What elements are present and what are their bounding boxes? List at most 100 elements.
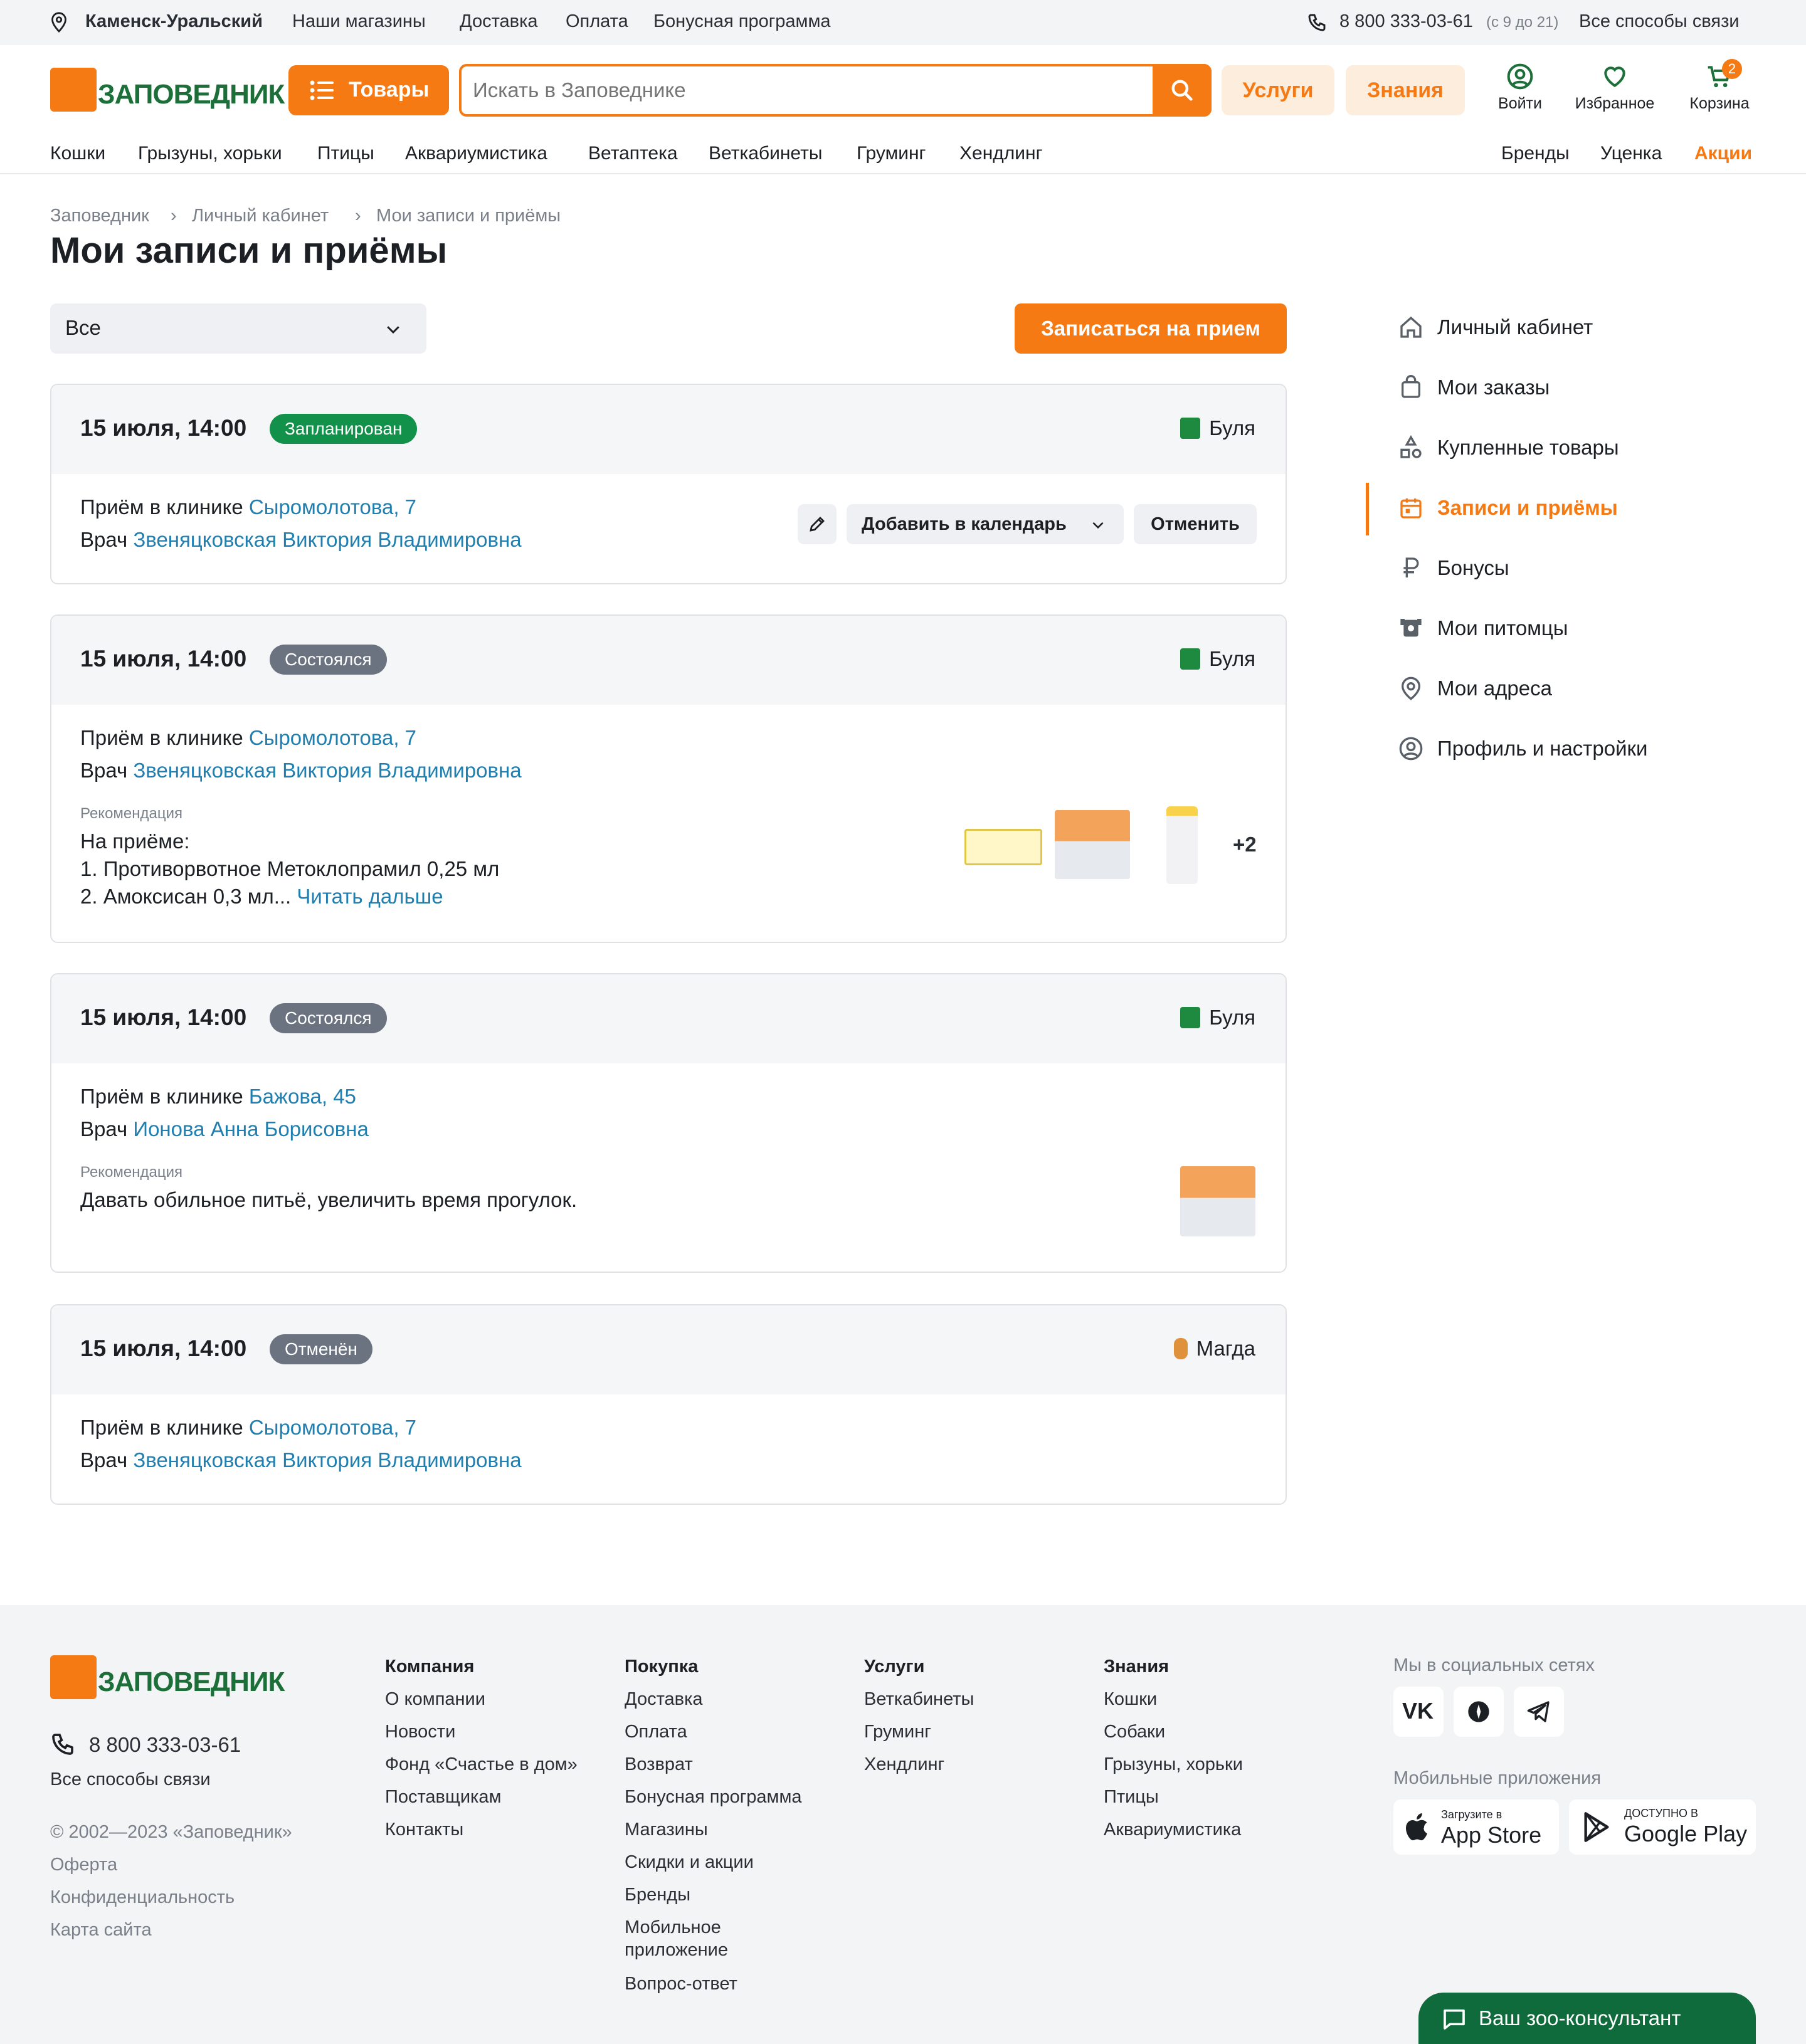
side-item-orders[interactable]: Мои заказы (1398, 375, 1550, 400)
footer-link[interactable]: Кошки (1104, 1689, 1157, 1710)
doctor-link[interactable]: Ионова Анна Борисовна (133, 1117, 368, 1141)
footer-link-offer[interactable]: Оферта (50, 1855, 117, 1875)
footer-link[interactable]: Хендлинг (864, 1754, 944, 1775)
footer-link[interactable]: Контакты (385, 1820, 463, 1840)
side-item-bonuses[interactable]: Бонусы (1398, 556, 1509, 581)
pet-label[interactable]: Буля (1180, 416, 1255, 440)
breadcrumb-account[interactable]: Личный кабинет (192, 206, 329, 226)
footer-link[interactable]: Бонусная программа (625, 1787, 802, 1808)
search-input[interactable] (473, 75, 1131, 105)
google-play-button[interactable]: ДОСТУПНО В Google Play (1569, 1799, 1756, 1855)
footer-link[interactable]: Груминг (864, 1722, 931, 1742)
zoo-consultant-button[interactable]: Ваш зоо-консультант (1418, 1993, 1756, 2044)
footer-link[interactable]: Доставка (625, 1689, 703, 1710)
nav-item-handling[interactable]: Хендлинг (959, 143, 1043, 164)
doctor-link[interactable]: Звеняцковская Виктория Владимировна (133, 528, 521, 551)
more-products-count[interactable]: +2 (1233, 833, 1257, 856)
side-item-pets[interactable]: Мои питомцы (1398, 616, 1568, 641)
footer-link[interactable]: Мобильное (625, 1917, 721, 1938)
pet-label[interactable]: Магда (1173, 1337, 1255, 1361)
topbar-contacts-link[interactable]: Все способы связи (1579, 11, 1740, 32)
nav-item-rodents[interactable]: Грызуны, хорьки (138, 143, 282, 164)
pet-name: Магда (1196, 1337, 1255, 1360)
pencil-icon (810, 517, 825, 532)
footer-link[interactable]: Веткабинеты (864, 1689, 974, 1710)
footer-phone[interactable]: 8 800 333-03-61 (89, 1733, 241, 1757)
nav-item-vetclinics[interactable]: Веткабинеты (709, 143, 822, 164)
clinic-link[interactable]: Сыромолотова, 7 (249, 1416, 416, 1439)
app-store-button[interactable]: Загрузите в App Store (1393, 1799, 1559, 1855)
status-filter-select[interactable]: Все (50, 303, 426, 354)
side-item-addresses[interactable]: Мои адреса (1398, 676, 1552, 701)
breadcrumb-home[interactable]: Заповедник (50, 206, 149, 226)
nav-item-cats[interactable]: Кошки (50, 143, 105, 164)
topbar-link-delivery[interactable]: Доставка (460, 11, 538, 32)
product-thumbnail[interactable] (1180, 1166, 1255, 1236)
topbar-link-bonus[interactable]: Бонусная программа (653, 11, 831, 32)
footer-link[interactable]: Птицы (1104, 1787, 1159, 1808)
footer-link[interactable]: приложение (625, 1940, 728, 1961)
login-label: Войти (1498, 95, 1542, 112)
footer-link[interactable]: Возврат (625, 1754, 693, 1775)
side-item-purchased[interactable]: Купленные товары (1398, 435, 1619, 460)
footer-link[interactable]: Оплата (625, 1722, 687, 1742)
pet-label[interactable]: Буля (1180, 1006, 1255, 1030)
nav-item-aquarium[interactable]: Аквариумистика (405, 143, 547, 164)
login-button[interactable]: Войти (1489, 63, 1551, 113)
nav-item-markdown[interactable]: Уценка (1600, 143, 1662, 164)
footer-link[interactable]: Новости (385, 1722, 455, 1742)
topbar-phone[interactable]: 8 800 333-03-61 (1339, 11, 1473, 32)
footer-link-privacy[interactable]: Конфиденциальность (50, 1887, 235, 1908)
vk-button[interactable]: VK (1393, 1687, 1444, 1737)
knowledge-button[interactable]: Знания (1346, 65, 1465, 115)
doctor-link[interactable]: Звеняцковская Виктория Владимировна (133, 1448, 521, 1472)
nav-item-vetpharmacy[interactable]: Ветаптека (588, 143, 678, 164)
nav-item-brands[interactable]: Бренды (1501, 143, 1570, 164)
services-button[interactable]: Услуги (1222, 65, 1334, 115)
read-more-link[interactable]: Читать дальше (297, 885, 443, 908)
footer-link[interactable]: Собаки (1104, 1722, 1165, 1742)
footer-link[interactable]: Поставщикам (385, 1787, 501, 1808)
footer-link[interactable]: Бренды (625, 1885, 690, 1905)
footer-link[interactable]: Аквариумистика (1104, 1820, 1241, 1840)
product-thumbnail[interactable] (1055, 810, 1130, 879)
footer-link[interactable]: О компании (385, 1689, 485, 1710)
footer-link[interactable]: Магазины (625, 1820, 708, 1840)
side-item-appointments[interactable]: Записи и приёмы (1398, 495, 1618, 520)
pet-label[interactable]: Буля (1180, 647, 1255, 671)
favorites-button[interactable]: Избранное (1568, 63, 1662, 113)
footer-link[interactable]: Фонд «Счастье в дом» (385, 1754, 578, 1775)
side-item-profile[interactable]: Профиль и настройки (1398, 736, 1647, 761)
product-thumbnail[interactable] (964, 829, 1042, 865)
footer-contacts-link[interactable]: Все способы связи (50, 1769, 211, 1790)
footer-link[interactable]: Вопрос-ответ (625, 1974, 737, 1994)
nav-item-grooming[interactable]: Груминг (857, 143, 926, 164)
clinic-link[interactable]: Сыромолотова, 7 (249, 495, 416, 519)
nav-item-promotions[interactable]: Акции (1694, 143, 1752, 164)
logo-text: ЗАПОВЕДНИК (98, 1667, 285, 1697)
clinic-link[interactable]: Сыромолотова, 7 (249, 726, 416, 749)
doctor-link[interactable]: Звеняцковская Виктория Владимировна (133, 759, 521, 782)
app-store-small: Загрузите в (1441, 1808, 1502, 1821)
cart-button[interactable]: Корзина 2 (1682, 59, 1757, 113)
nav-item-birds[interactable]: Птицы (317, 143, 374, 164)
topbar-link-stores[interactable]: Наши магазины (292, 11, 426, 32)
side-item-account[interactable]: Личный кабинет (1398, 315, 1593, 340)
telegram-button[interactable] (1514, 1687, 1564, 1737)
cancel-appointment-button[interactable]: Отменить (1134, 504, 1257, 544)
cart-count-badge: 2 (1722, 59, 1742, 79)
footer-link-sitemap[interactable]: Карта сайта (50, 1920, 152, 1941)
catalog-button[interactable]: Товары (288, 65, 449, 115)
product-thumbnail[interactable] (1166, 806, 1198, 884)
doctor-label: Врач (80, 1117, 128, 1141)
footer-link[interactable]: Грызуны, хорьки (1104, 1754, 1243, 1775)
edit-button[interactable] (798, 504, 837, 544)
clinic-link[interactable]: Бажова, 45 (249, 1085, 356, 1108)
add-to-calendar-button[interactable]: Добавить в календарь (847, 504, 1124, 544)
city-selector[interactable]: Каменск-Уральский (85, 11, 263, 32)
ok-button[interactable] (1454, 1687, 1504, 1737)
search-button[interactable] (1153, 64, 1212, 117)
footer-link[interactable]: Скидки и акции (625, 1852, 754, 1873)
book-appointment-button[interactable]: Записаться на прием (1015, 303, 1287, 354)
topbar-link-payment[interactable]: Оплата (566, 11, 628, 32)
